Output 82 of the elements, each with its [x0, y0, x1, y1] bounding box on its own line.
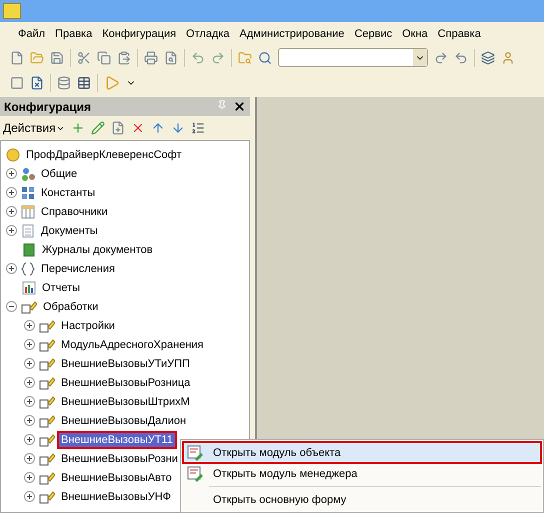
- tree-item[interactable]: ВнешниеВызовыУТ11: [59, 432, 175, 446]
- tree-item[interactable]: МодульАдресногоХранения: [59, 338, 206, 352]
- new-file-icon[interactable]: [10, 50, 24, 64]
- search-field[interactable]: [278, 48, 428, 67]
- expand-icon[interactable]: [24, 472, 35, 483]
- context-menu-item[interactable]: Открыть модуль объекта: [183, 442, 541, 463]
- panel-title: Конфигурация: [4, 100, 92, 114]
- expand-icon[interactable]: [24, 396, 35, 407]
- save-icon[interactable]: [50, 50, 64, 64]
- expand-icon[interactable]: [6, 206, 17, 217]
- module-icon: [187, 444, 203, 460]
- app-logo-icon: [3, 3, 21, 19]
- tree-item[interactable]: Отчеты: [40, 280, 82, 294]
- tree-item[interactable]: ВнешниеВызовыРозни: [59, 452, 180, 466]
- shapes-icon: [21, 166, 35, 180]
- add-icon[interactable]: [70, 121, 85, 135]
- expand-icon[interactable]: [24, 415, 35, 426]
- tree-item[interactable]: Справочники: [39, 204, 110, 218]
- expand-icon[interactable]: [6, 225, 17, 236]
- menu-item[interactable]: Окна: [398, 26, 432, 42]
- tree-item[interactable]: Перечисления: [39, 262, 117, 276]
- sort-icon[interactable]: [190, 121, 205, 135]
- book-icon: [22, 242, 36, 256]
- tree-item[interactable]: Обработки: [41, 300, 100, 314]
- tree-item[interactable]: Общие: [39, 166, 80, 180]
- menu-item[interactable]: Файл: [14, 26, 50, 42]
- expand-icon[interactable]: [24, 358, 35, 369]
- expand-icon[interactable]: [24, 434, 35, 445]
- find-previous-icon[interactable]: [454, 50, 468, 64]
- expand-icon[interactable]: [6, 187, 17, 198]
- redo-icon[interactable]: [211, 50, 225, 64]
- expand-icon[interactable]: [24, 377, 35, 388]
- tree-item[interactable]: Константы: [39, 186, 98, 200]
- move-down-icon[interactable]: [170, 121, 185, 135]
- actions-button[interactable]: Действия: [3, 121, 65, 135]
- document-icon: [21, 224, 35, 238]
- ball-icon: [6, 148, 20, 162]
- menu-item[interactable]: Сервис: [350, 26, 396, 42]
- menu-item[interactable]: Правка: [51, 26, 96, 42]
- menu-item[interactable]: Администрирование: [236, 26, 348, 42]
- tree-item[interactable]: ВнешниеВызовыУНФ: [59, 490, 174, 504]
- tree-item[interactable]: ПрофДрайверКлеверенсСофт: [24, 148, 184, 162]
- edit-icon[interactable]: [90, 121, 105, 135]
- find-next-icon[interactable]: [434, 50, 448, 64]
- menu-item[interactable]: Справка: [434, 26, 485, 42]
- tree-item[interactable]: ВнешниеВызовыШтрихМ: [59, 394, 192, 408]
- tree-item[interactable]: ВнешниеВызовыРозница: [59, 376, 192, 390]
- tree-item[interactable]: ВнешниеВызовыУТиУПП: [59, 356, 192, 370]
- collapse-icon[interactable]: [6, 301, 17, 312]
- expand-icon[interactable]: [24, 453, 35, 464]
- search-icon[interactable]: [258, 50, 272, 64]
- printer-icon[interactable]: [144, 50, 158, 64]
- tree-item[interactable]: Документы: [39, 224, 100, 238]
- database-icon[interactable]: [57, 76, 71, 90]
- module-icon: [187, 466, 203, 482]
- expand-icon[interactable]: [24, 320, 35, 331]
- preview-icon[interactable]: [164, 50, 178, 64]
- copy-icon[interactable]: [97, 50, 111, 64]
- tree-item[interactable]: ВнешниеВызовыДалион: [59, 414, 188, 428]
- expand-icon[interactable]: [24, 491, 35, 502]
- context-menu-item[interactable]: Открыть основную форму: [183, 489, 541, 510]
- chart-icon: [22, 280, 36, 294]
- tree-item[interactable]: ВнешниеВызовыАвто: [59, 470, 174, 484]
- braces-icon: [21, 262, 35, 276]
- context-menu-item[interactable]: Открыть модуль менеджера: [183, 463, 541, 484]
- expand-icon[interactable]: [24, 339, 35, 350]
- tree-item[interactable]: Журналы документов: [40, 242, 155, 256]
- table-icon: [21, 204, 35, 218]
- close-icon[interactable]: [233, 100, 246, 113]
- menu-item[interactable]: Конфигурация: [98, 26, 180, 42]
- expand-icon[interactable]: [6, 263, 17, 274]
- table-icon[interactable]: [77, 76, 91, 90]
- copy-item-icon[interactable]: [110, 121, 125, 135]
- move-up-icon[interactable]: [150, 121, 165, 135]
- blocks-icon: [21, 186, 35, 200]
- paste-icon[interactable]: [117, 50, 131, 64]
- person-icon[interactable]: [501, 50, 515, 64]
- tree-item[interactable]: Настройки: [59, 318, 117, 332]
- expand-icon[interactable]: [6, 168, 17, 179]
- cut-icon[interactable]: [77, 50, 91, 64]
- undo-icon[interactable]: [191, 50, 205, 64]
- menu-item[interactable]: Отладка: [182, 26, 234, 42]
